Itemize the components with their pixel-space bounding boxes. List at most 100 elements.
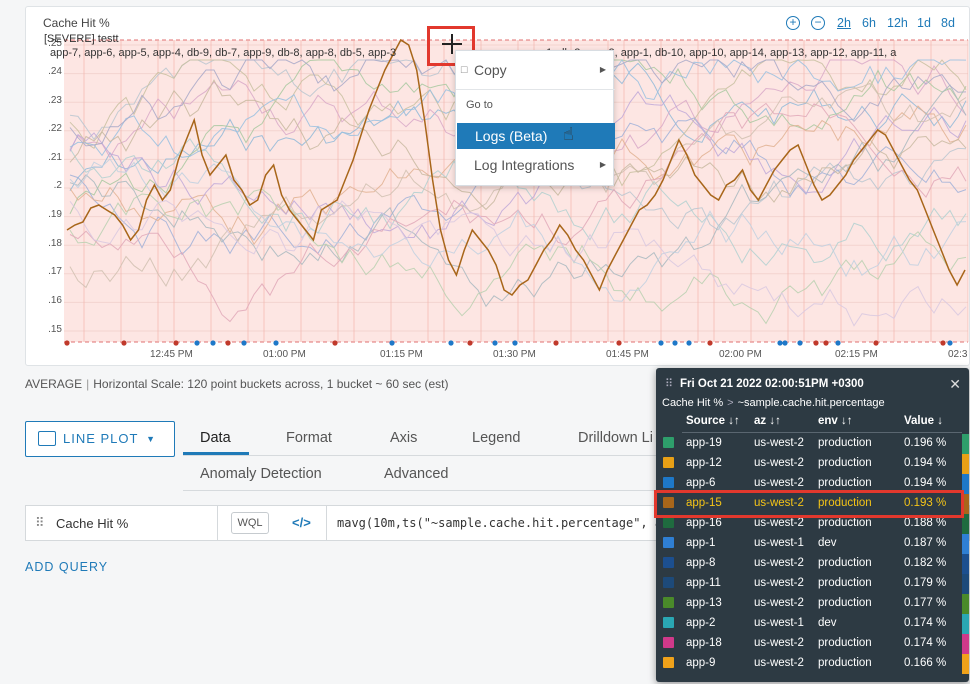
event-dot[interactable] xyxy=(225,340,231,346)
event-dot[interactable] xyxy=(686,340,692,346)
event-dot[interactable] xyxy=(672,340,678,346)
event-dot[interactable] xyxy=(448,340,454,346)
tab-anomaly-detection[interactable]: Anomaly Detection xyxy=(200,466,322,482)
event-dot[interactable] xyxy=(782,340,788,346)
table-row[interactable]: app-1 us-west-1 dev 0.187 % xyxy=(656,534,969,554)
menu-item-log-integrations[interactable]: Log Integrations ▶ xyxy=(456,152,615,178)
close-icon[interactable]: ✕ xyxy=(949,376,961,393)
event-dot[interactable] xyxy=(658,340,664,346)
column-source[interactable]: Source ↓↑ xyxy=(686,415,740,427)
y-tick: .16 xyxy=(48,295,62,306)
tooltip-breadcrumb: Cache Hit % > ~sample.cache.hit.percentage xyxy=(662,397,885,409)
event-dot[interactable] xyxy=(707,340,713,346)
drag-handle-icon[interactable]: ⠿ xyxy=(665,377,673,390)
column-value[interactable]: Value ↓ xyxy=(904,415,943,427)
tab-axis[interactable]: Axis xyxy=(390,430,417,446)
header-divider xyxy=(682,432,962,433)
cell-source: app-18 xyxy=(686,637,722,649)
query-name[interactable]: Cache Hit % xyxy=(56,516,128,531)
event-dot[interactable] xyxy=(873,340,879,346)
x-tick: 02:3 xyxy=(948,349,968,360)
table-row[interactable]: app-18 us-west-2 production 0.174 % xyxy=(656,634,969,654)
cell-az: us-west-1 xyxy=(754,617,804,629)
cell-source: app-1 xyxy=(686,537,716,549)
code-icon[interactable]: </> xyxy=(292,515,311,530)
x-tick: 02:15 PM xyxy=(835,349,878,360)
cell-value: 0.179 % xyxy=(904,577,947,589)
event-dot[interactable] xyxy=(813,340,819,346)
menu-item-label: Logs (Beta) xyxy=(475,128,548,144)
sort-icon: ↓↑ xyxy=(841,415,853,427)
event-label[interactable]: [SEVERE] testt xyxy=(44,33,119,45)
event-dot[interactable] xyxy=(389,340,395,346)
cell-env: production xyxy=(818,557,872,569)
menu-item-copy[interactable]: ☐ Copy ▶ xyxy=(456,57,615,83)
event-dot[interactable] xyxy=(512,340,518,346)
event-dot[interactable] xyxy=(467,340,473,346)
x-tick: 01:45 PM xyxy=(606,349,649,360)
drag-handle-icon[interactable]: ⠿ xyxy=(35,515,44,531)
event-dot[interactable] xyxy=(173,340,179,346)
series-color-bar xyxy=(962,594,969,614)
event-dot[interactable] xyxy=(273,340,279,346)
event-dot[interactable] xyxy=(777,340,783,346)
sort-icon: ↓↑ xyxy=(728,415,740,427)
divider xyxy=(217,506,218,540)
table-row[interactable]: app-19 us-west-2 production 0.196 % xyxy=(656,434,969,454)
event-dot[interactable] xyxy=(835,340,841,346)
x-tick: 01:00 PM xyxy=(263,349,306,360)
series-color-bar xyxy=(962,534,969,554)
summary-line: AVERAGE | Horizontal Scale: 120 point buck… xyxy=(25,377,449,391)
cell-value: 0.174 % xyxy=(904,637,947,649)
cell-az: us-west-2 xyxy=(754,557,804,569)
table-row[interactable]: app-11 us-west-2 production 0.179 % xyxy=(656,574,969,594)
tab-legend[interactable]: Legend xyxy=(472,430,520,446)
cell-value: 0.166 % xyxy=(904,657,947,669)
event-dot[interactable] xyxy=(241,340,247,346)
table-row[interactable]: app-13 us-west-2 production 0.177 % xyxy=(656,594,969,614)
event-dot[interactable] xyxy=(823,340,829,346)
cell-az: us-west-1 xyxy=(754,537,804,549)
event-dot[interactable] xyxy=(332,340,338,346)
event-dot[interactable] xyxy=(64,340,70,346)
legend-left: app-7, app-6, app-5, app-4, db-9, db-7, … xyxy=(50,47,397,59)
event-dot[interactable] xyxy=(194,340,200,346)
series-color-swatch xyxy=(663,437,674,448)
wql-button[interactable]: WQL xyxy=(231,512,269,534)
y-tick: .23 xyxy=(48,95,62,106)
event-dot[interactable] xyxy=(553,340,559,346)
cell-env: production xyxy=(818,637,872,649)
series-color-bar xyxy=(962,574,969,594)
event-dot[interactable] xyxy=(210,340,216,346)
column-env[interactable]: env ↓↑ xyxy=(818,415,853,427)
query-input[interactable]: mavg(10m,ts("~sample.cache.hit.percentag… xyxy=(337,516,684,530)
column-az[interactable]: az ↓↑ xyxy=(754,415,781,427)
table-row[interactable]: app-9 us-west-2 production 0.166 % xyxy=(656,654,969,674)
event-dot[interactable] xyxy=(797,340,803,346)
series-color-swatch xyxy=(663,577,674,588)
cell-value: 0.187 % xyxy=(904,537,947,549)
plot-type-dropdown[interactable]: LINE PLOT ▼ xyxy=(25,421,175,457)
cell-env: production xyxy=(818,597,872,609)
add-query-button[interactable]: ADD QUERY xyxy=(25,560,108,574)
event-dot[interactable] xyxy=(940,340,946,346)
cell-az: us-west-2 xyxy=(754,577,804,589)
cell-value: 0.194 % xyxy=(904,457,947,469)
tab-format[interactable]: Format xyxy=(286,430,332,446)
tooltip-time: Fri Oct 21 2022 02:00:51PM +0300 xyxy=(680,378,864,390)
table-row[interactable]: app-2 us-west-1 dev 0.174 % xyxy=(656,614,969,634)
menu-item-logs[interactable]: Logs (Beta) xyxy=(457,123,615,149)
event-dot[interactable] xyxy=(616,340,622,346)
tab-data[interactable]: Data xyxy=(200,430,231,446)
table-row[interactable]: app-8 us-west-2 production 0.182 % xyxy=(656,554,969,574)
cell-env: production xyxy=(818,477,872,489)
event-dot[interactable] xyxy=(947,340,953,346)
tab-advanced[interactable]: Advanced xyxy=(384,466,449,482)
event-dot[interactable] xyxy=(492,340,498,346)
tab-drilldown[interactable]: Drilldown Li xyxy=(578,430,653,446)
cell-source: app-19 xyxy=(686,437,722,449)
table-row[interactable]: app-12 us-west-2 production 0.194 % xyxy=(656,454,969,474)
y-tick: .18 xyxy=(48,238,62,249)
copy-icon: ☐ xyxy=(460,65,469,75)
event-dot[interactable] xyxy=(121,340,127,346)
